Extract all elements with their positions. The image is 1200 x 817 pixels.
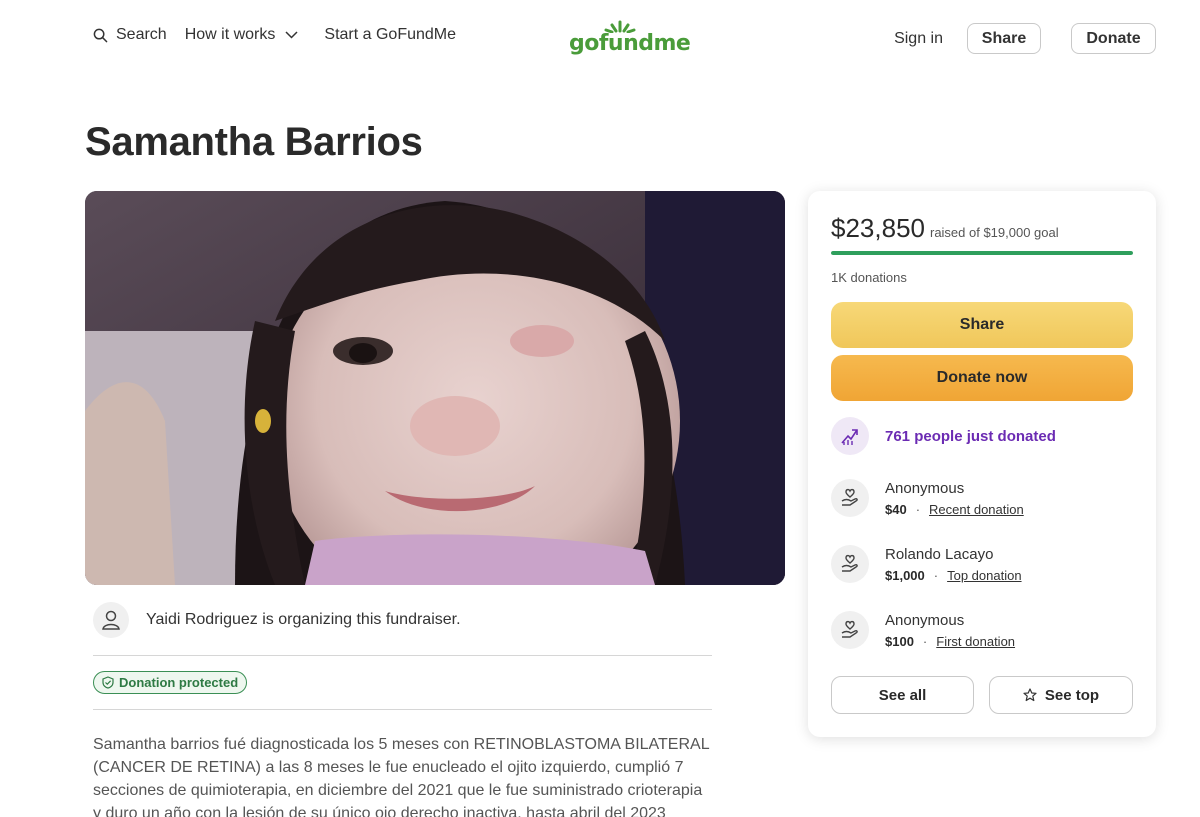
donate-now-button[interactable]: Donate now bbox=[831, 355, 1133, 401]
nav-left: Search How it works Start a GoFundMe bbox=[93, 26, 456, 44]
page-title: Samantha Barrios bbox=[85, 120, 423, 164]
donations-count: 1K donations bbox=[831, 270, 907, 285]
separator-dot: · bbox=[933, 568, 939, 583]
how-it-works-label: How it works bbox=[184, 26, 276, 43]
progress-bar bbox=[831, 251, 1133, 255]
star-icon bbox=[1023, 688, 1037, 702]
sign-in-link[interactable]: Sign in bbox=[894, 30, 943, 48]
donor-item: Anonymous $100 · First donation bbox=[831, 611, 1015, 651]
goal-text: raised of $19,000 goal bbox=[929, 225, 1059, 240]
donation-card: $23,850 raised of $19,000 goal 1K donati… bbox=[808, 191, 1156, 737]
campaign-photo[interactable] bbox=[85, 191, 785, 585]
badge-label: Donation protected bbox=[119, 675, 239, 690]
donor-tag-link[interactable]: Top donation bbox=[947, 567, 1021, 585]
donor-amount: $40 bbox=[885, 502, 907, 517]
how-it-works-menu[interactable]: How it works bbox=[185, 26, 299, 44]
header-share-button[interactable]: Share bbox=[967, 23, 1041, 54]
search-label: Search bbox=[116, 26, 167, 43]
raised-summary: $23,850 raised of $19,000 goal bbox=[831, 213, 1059, 244]
divider bbox=[93, 655, 712, 656]
see-top-label: See top bbox=[1044, 686, 1100, 704]
user-icon bbox=[102, 610, 120, 630]
donor-info: Anonymous $100 · First donation bbox=[885, 611, 1015, 651]
donation-hand-icon bbox=[831, 479, 869, 517]
start-gofundme-link[interactable]: Start a GoFundMe bbox=[324, 26, 456, 44]
campaign-story: Samantha barrios fué diagnosticada los 5… bbox=[93, 736, 709, 817]
donor-name: Rolando Lacayo bbox=[885, 546, 994, 563]
progress-fill bbox=[831, 251, 1133, 255]
header-donate-button[interactable]: Donate bbox=[1071, 23, 1156, 54]
donor-item: Rolando Lacayo $1,000 · Top donation bbox=[831, 545, 1022, 585]
recent-donors-trend[interactable]: 761 people just donated bbox=[831, 417, 1056, 455]
raised-amount: $23,850 bbox=[831, 213, 925, 243]
donor-tag-link[interactable]: First donation bbox=[936, 633, 1015, 651]
divider bbox=[93, 709, 712, 710]
donor-details: $40 · Recent donation bbox=[885, 501, 1024, 519]
organizer-avatar bbox=[93, 602, 129, 638]
search-icon bbox=[93, 28, 108, 42]
donor-item: Anonymous $40 · Recent donation bbox=[831, 479, 1024, 519]
child-portrait-image bbox=[85, 191, 785, 585]
shield-icon bbox=[102, 676, 114, 689]
organizer-row: Yaidi Rodriguez is organizing this fundr… bbox=[93, 602, 461, 638]
see-all-button[interactable]: See all bbox=[831, 676, 974, 714]
donor-amount: $1,000 bbox=[885, 568, 925, 583]
see-top-button[interactable]: See top bbox=[989, 676, 1133, 714]
donor-details: $100 · First donation bbox=[885, 633, 1015, 651]
donor-name: Anonymous bbox=[885, 480, 965, 497]
trending-up-icon bbox=[831, 417, 869, 455]
donor-amount: $100 bbox=[885, 634, 914, 649]
donation-protected-badge[interactable]: Donation protected bbox=[93, 671, 248, 694]
logo-text: gofundme bbox=[569, 31, 691, 56]
separator-dot: · bbox=[915, 502, 921, 517]
separator-dot: · bbox=[922, 634, 928, 649]
trend-text: 761 people just donated bbox=[885, 427, 1056, 445]
start-gofundme-label: Start a GoFundMe bbox=[324, 26, 457, 43]
chevron-down-icon bbox=[285, 31, 298, 39]
donor-info: Rolando Lacayo $1,000 · Top donation bbox=[885, 545, 1022, 585]
donor-name: Anonymous bbox=[885, 612, 965, 629]
share-button[interactable]: Share bbox=[831, 302, 1133, 348]
nav-right: Sign in Share Donate bbox=[894, 23, 1156, 54]
donation-hand-icon bbox=[831, 545, 869, 583]
organizer-text: Yaidi Rodriguez is organizing this fundr… bbox=[146, 611, 461, 628]
gofundme-logo[interactable]: gofundme bbox=[569, 19, 691, 57]
donation-hand-icon bbox=[831, 611, 869, 649]
donor-tag-link[interactable]: Recent donation bbox=[929, 501, 1024, 519]
search-link[interactable]: Search bbox=[93, 26, 167, 44]
donor-info: Anonymous $40 · Recent donation bbox=[885, 479, 1024, 519]
top-navigation: Search How it works Start a GoFundMe gof… bbox=[0, 0, 1200, 76]
donor-details: $1,000 · Top donation bbox=[885, 567, 1022, 585]
